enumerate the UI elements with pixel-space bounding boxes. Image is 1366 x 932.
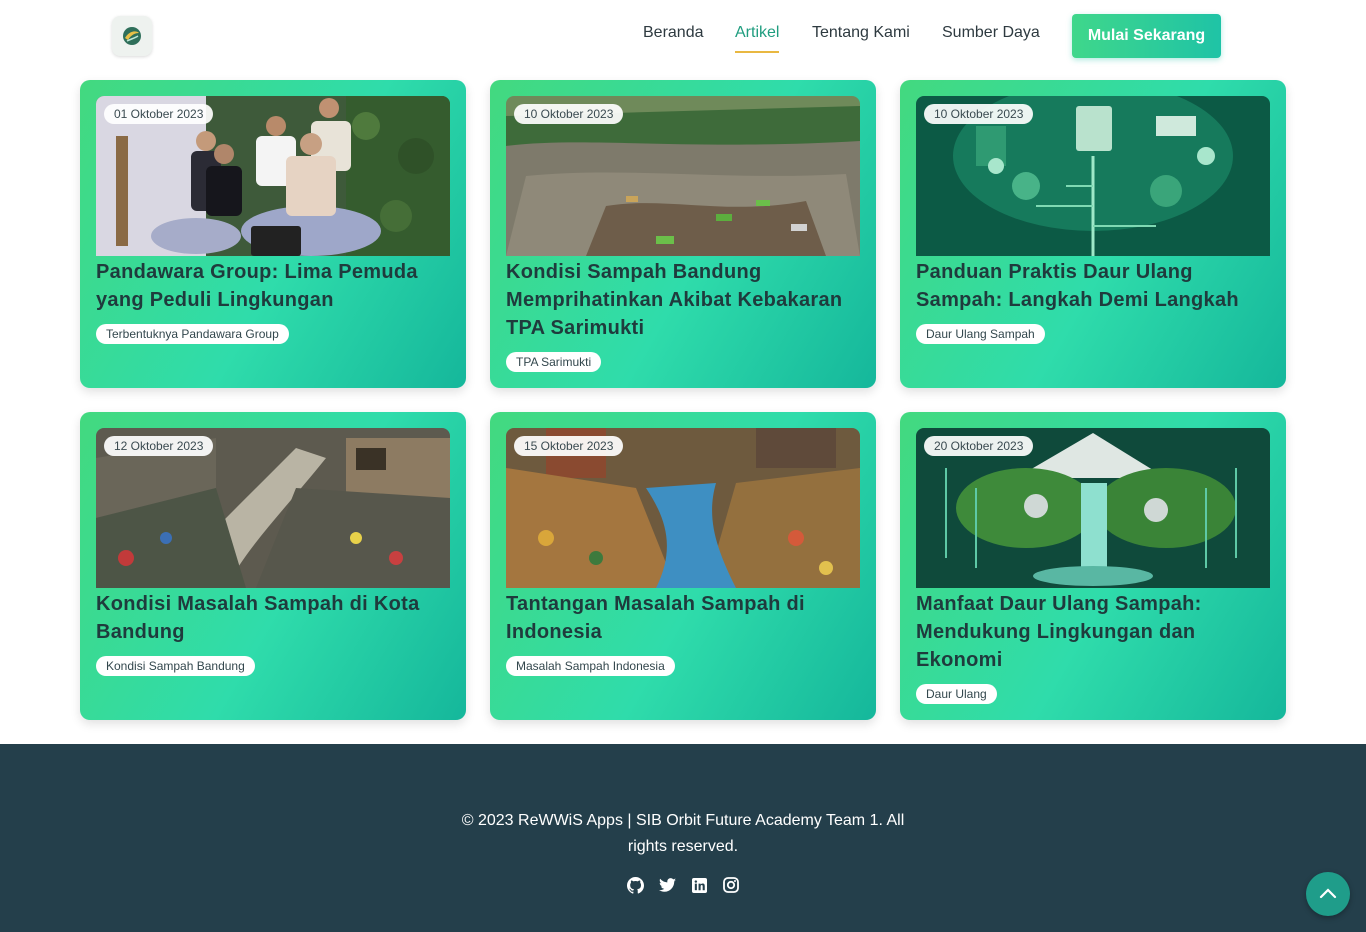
article-date: 15 Oktober 2023 [514,436,624,456]
article-tag[interactable]: Kondisi Sampah Bandung [96,656,255,676]
article-card[interactable]: 15 Oktober 2023 Tantangan Masalah Sampah… [490,412,876,720]
article-date: 01 Oktober 2023 [104,104,214,124]
article-card[interactable]: 10 Oktober 2023 Kondisi Sampah Bandung M… [490,80,876,388]
article-date: 20 Oktober 2023 [924,436,1034,456]
nav-sumber-daya[interactable]: Sumber Daya [942,24,1040,50]
article-card[interactable]: 12 Oktober 2023 Kondisi Masalah Sampah d… [80,412,466,720]
article-image[interactable]: 10 Oktober 2023 [916,96,1270,256]
site-header: Beranda Artikel Tentang Kami Sumber Daya… [0,0,1366,72]
back-to-top-button[interactable] [1306,872,1350,916]
article-date: 10 Oktober 2023 [924,104,1034,124]
article-tag[interactable]: Masalah Sampah Indonesia [506,656,675,676]
leaf-recycle-logo-icon[interactable] [112,16,152,56]
article-title[interactable]: Kondisi Masalah Sampah di Kota Bandung [96,590,450,646]
article-title[interactable]: Kondisi Sampah Bandung Memprihatinkan Ak… [506,258,860,342]
article-image[interactable]: 10 Oktober 2023 [506,96,860,256]
chevron-up-icon [1319,888,1337,899]
copyright-text: © 2023 ReWWiS Apps | SIB Orbit Future Ac… [461,812,905,855]
article-card[interactable]: 20 Oktober 2023 Manfaat Daur Ulang Sampa… [900,412,1286,720]
mulai-sekarang-button[interactable]: Mulai Sekarang [1072,14,1221,58]
instagram-icon[interactable] [722,876,740,894]
article-tag[interactable]: Terbentuknya Pandawara Group [96,324,289,344]
article-title[interactable]: Pandawara Group: Lima Pemuda yang Peduli… [96,258,450,314]
site-footer: © 2023 ReWWiS Apps | SIB Orbit Future Ac… [0,744,1366,932]
nav-artikel[interactable]: Artikel [735,24,780,53]
article-image[interactable]: 12 Oktober 2023 [96,428,450,588]
article-image[interactable]: 20 Oktober 2023 [916,428,1270,588]
linkedin-icon[interactable] [690,876,708,894]
article-card[interactable]: 01 Oktober 2023 Pandawara Group: Lima Pe… [80,80,466,388]
article-title[interactable]: Manfaat Daur Ulang Sampah: Mendukung Lin… [916,590,1270,674]
article-date: 10 Oktober 2023 [514,104,624,124]
article-title[interactable]: Tantangan Masalah Sampah di Indonesia [506,590,860,646]
article-tag[interactable]: TPA Sarimukti [506,352,602,372]
article-tag[interactable]: Daur Ulang Sampah [916,324,1045,344]
article-image[interactable]: 15 Oktober 2023 [506,428,860,588]
article-title[interactable]: Panduan Praktis Daur Ulang Sampah: Langk… [916,258,1270,314]
article-date: 12 Oktober 2023 [104,436,214,456]
nav-tentang-kami[interactable]: Tentang Kami [812,24,910,50]
github-icon[interactable] [626,876,644,894]
article-tag[interactable]: Daur Ulang [916,684,997,704]
article-image[interactable]: 01 Oktober 2023 [96,96,450,256]
twitter-icon[interactable] [658,876,676,894]
nav-beranda[interactable]: Beranda [643,24,704,50]
article-card[interactable]: 10 Oktober 2023 Panduan Praktis Daur Ula… [900,80,1286,388]
